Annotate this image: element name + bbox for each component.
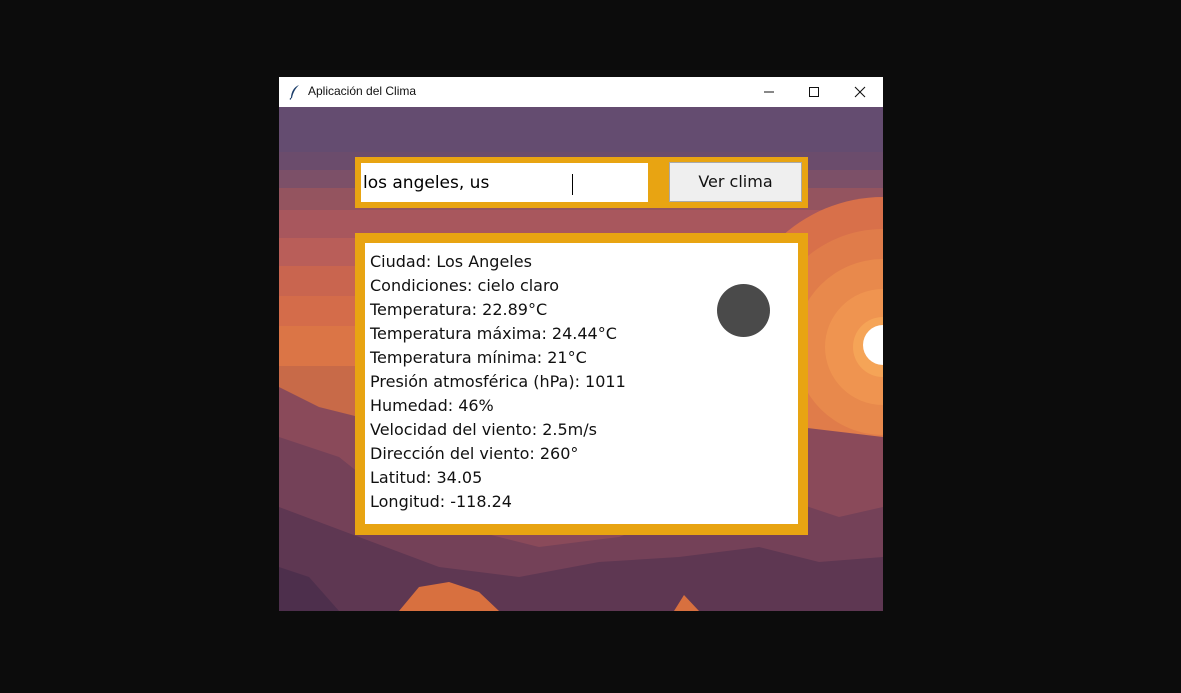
pressure-line: Presión atmosférica (hPa): 1011 <box>370 372 626 391</box>
latitude-line: Latitud: 34.05 <box>370 468 483 487</box>
window-title: Aplicación del Clima <box>308 84 417 98</box>
longitude-line: Longitud: -118.24 <box>370 492 512 511</box>
search-bar: Ver clima <box>355 157 808 208</box>
conditions-line: Condiciones: cielo claro <box>370 276 559 295</box>
clear-sky-icon <box>717 284 770 337</box>
feather-icon <box>288 84 302 100</box>
city-search-input[interactable] <box>361 163 648 202</box>
minimize-button[interactable] <box>746 77 792 107</box>
maximize-icon <box>809 87 819 97</box>
title-bar[interactable]: Aplicación del Clima <box>279 77 883 107</box>
minimize-icon <box>764 91 774 93</box>
wind-direction-line: Dirección del viento: 260° <box>370 444 579 463</box>
app-window: Aplicación del Clima los angeles, us Ver… <box>279 77 883 611</box>
ver-clima-button[interactable]: Ver clima <box>669 162 802 202</box>
temperature-line: Temperatura: 22.89°C <box>370 300 548 319</box>
humidity-line: Humedad: 46% <box>370 396 494 415</box>
wind-speed-line: Velocidad del viento: 2.5m/s <box>370 420 597 439</box>
close-icon <box>854 86 866 98</box>
maximize-button[interactable] <box>791 77 837 107</box>
weather-results-panel: Ciudad: Los Angeles Condiciones: cielo c… <box>365 243 798 524</box>
weather-results-frame: Ciudad: Los Angeles Condiciones: cielo c… <box>355 233 808 535</box>
text-cursor <box>572 174 573 195</box>
temperature-min-line: Temperatura mínima: 21°C <box>370 348 587 367</box>
temperature-max-line: Temperatura máxima: 24.44°C <box>370 324 617 343</box>
city-line: Ciudad: Los Angeles <box>370 252 532 271</box>
close-button[interactable] <box>837 77 883 107</box>
weather-info-list: Ciudad: Los Angeles Condiciones: cielo c… <box>370 250 626 514</box>
app-client-area: Ver clima Ciudad: Los Angeles Condicione… <box>279 107 883 611</box>
